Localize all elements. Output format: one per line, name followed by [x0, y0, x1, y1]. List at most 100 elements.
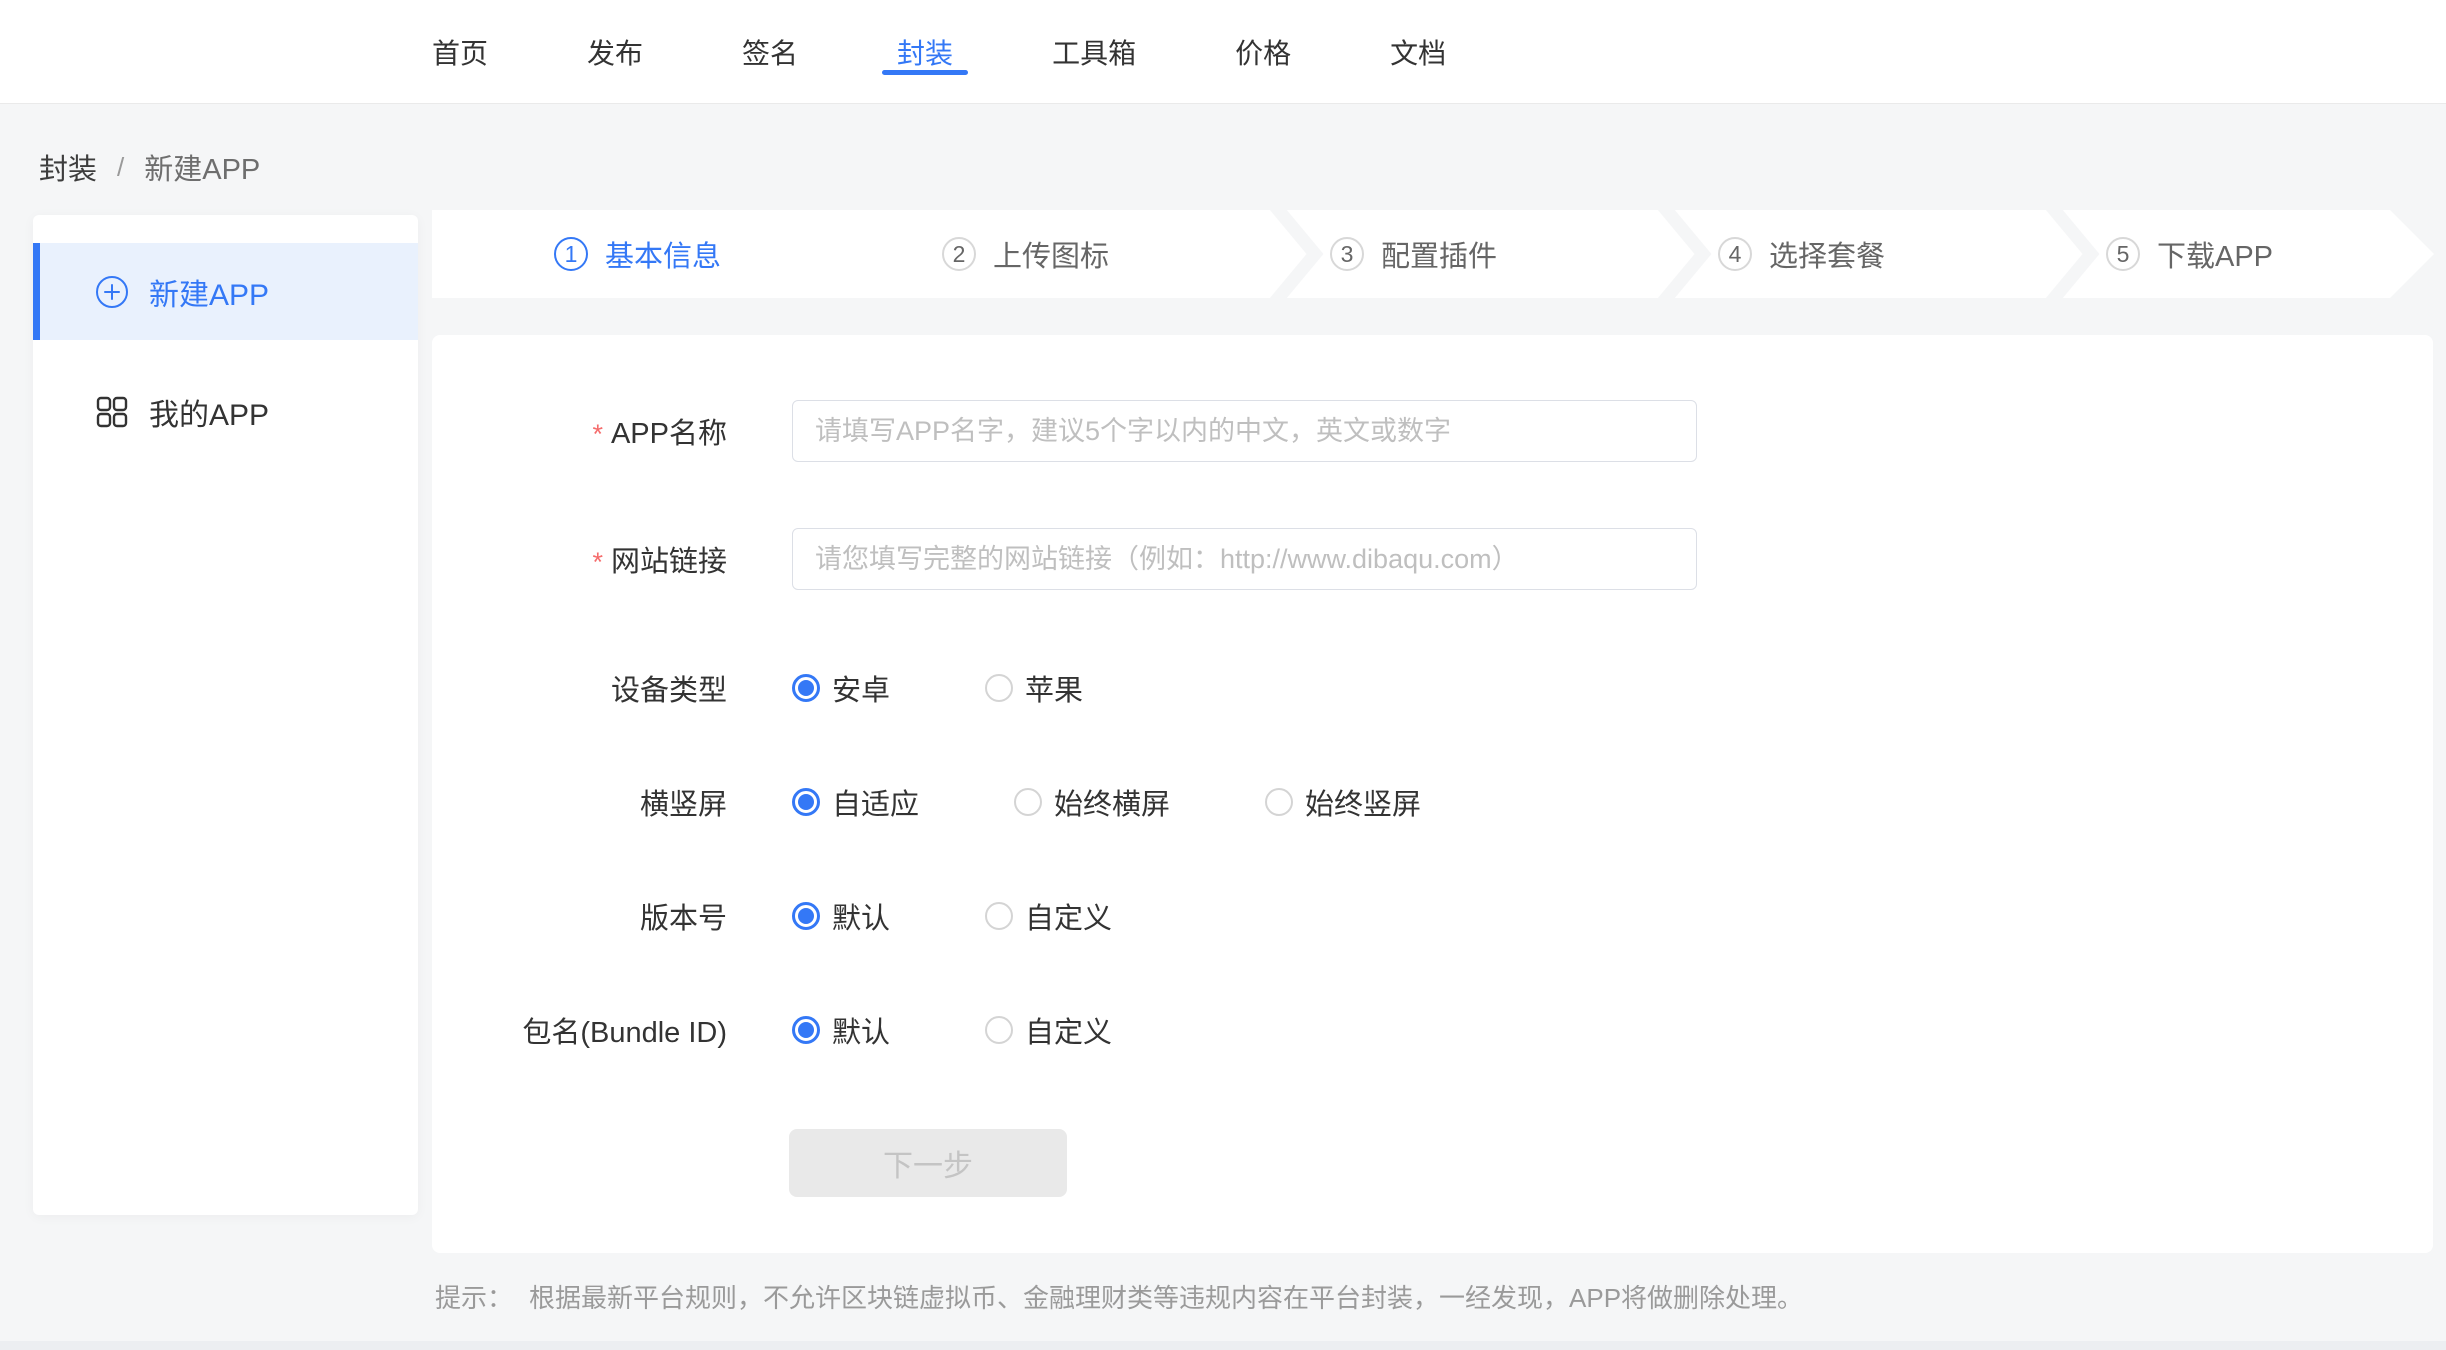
step-basic-info: 1 基本信息: [554, 210, 721, 298]
field-label: 包名(Bundle ID): [432, 998, 727, 1062]
bottom-strip: [0, 1341, 2446, 1350]
radio-label: 自定义: [1025, 1009, 1112, 1051]
radio-bundle-custom[interactable]: 自定义: [985, 1009, 1112, 1051]
radio-label: 默认: [832, 1009, 890, 1051]
radio-label: 自定义: [1025, 895, 1112, 937]
radio-always-landscape[interactable]: 始终横屏: [1014, 781, 1170, 823]
field-label-text: 横竖屏: [640, 781, 727, 823]
sidebar-item-label: 我的APP: [149, 390, 269, 434]
radio-unselected-icon[interactable]: [985, 1016, 1013, 1044]
radio-label: 自适应: [832, 781, 919, 823]
radio-version-default[interactable]: 默认: [792, 895, 890, 937]
radio-android[interactable]: 安卓: [792, 667, 890, 709]
field-label-text: 设备类型: [611, 667, 727, 709]
step-number: 4: [1718, 237, 1752, 271]
field-label: 横竖屏: [432, 770, 727, 834]
radio-selected-icon[interactable]: [792, 1016, 820, 1044]
radio-selected-icon[interactable]: [792, 788, 820, 816]
radio-bundle-default[interactable]: 默认: [792, 1009, 890, 1051]
step-download-app: 5 下载APP: [2106, 210, 2273, 298]
field-label-text: 版本号: [640, 895, 727, 937]
step-label: 基本信息: [605, 233, 721, 275]
sidebar-item-new-app[interactable]: 新建APP: [33, 243, 418, 340]
nav-item-price[interactable]: 价格: [1235, 0, 1291, 103]
bundle-id-radio-group: 默认 自定义: [792, 1009, 1112, 1051]
step-number: 5: [2106, 237, 2140, 271]
sidebar-item-my-apps[interactable]: 我的APP: [33, 363, 418, 460]
form-row-site-url: * 网站链接: [432, 527, 2433, 591]
nav-item-docs[interactable]: 文档: [1390, 0, 1446, 103]
device-type-radio-group: 安卓 苹果: [792, 667, 1083, 709]
top-nav-bar: 首页 发布 签名 封装 工具箱 价格 文档: [0, 0, 2446, 104]
chevron-right-separator-icon: [1261, 210, 1325, 298]
site-url-input[interactable]: [792, 528, 1697, 590]
top-nav: 首页 发布 签名 封装 工具箱 价格 文档: [432, 0, 1446, 103]
nav-item-publish[interactable]: 发布: [587, 0, 643, 103]
required-asterisk: *: [592, 413, 603, 450]
app-packaging-page: 首页 发布 签名 封装 工具箱 价格 文档 封装 / 新建APP 新建APP: [0, 0, 2446, 1350]
nav-item-toolbox[interactable]: 工具箱: [1052, 0, 1136, 103]
basic-info-form-card: * APP名称 * 网站链接 设备类型: [432, 335, 2433, 1253]
form-row-app-name: * APP名称: [432, 399, 2433, 463]
field-label-text: 包名(Bundle ID): [522, 1009, 727, 1051]
field-label: * APP名称: [432, 399, 727, 463]
breadcrumb: 封装 / 新建APP: [39, 146, 260, 188]
field-label: * 网站链接: [432, 527, 727, 591]
hint-text: 根据最新平台规则，不允许区块链虚拟币、金融理财类等违规内容在平台封装，一经发现，…: [529, 1278, 1803, 1315]
field-label-text: APP名称: [611, 410, 727, 452]
step-upload-icon: 2 上传图标: [942, 210, 1109, 298]
step-label: 选择套餐: [1769, 233, 1885, 275]
breadcrumb-separator: /: [117, 152, 124, 183]
step-label: 上传图标: [993, 233, 1109, 275]
grid-icon: [95, 395, 129, 429]
step-number: 3: [1330, 237, 1364, 271]
required-asterisk: *: [592, 541, 603, 578]
breadcrumb-current: 新建APP: [144, 146, 260, 188]
radio-selected-icon[interactable]: [792, 902, 820, 930]
chevron-right-separator-icon: [2037, 210, 2101, 298]
radio-version-custom[interactable]: 自定义: [985, 895, 1112, 937]
radio-unselected-icon[interactable]: [985, 902, 1013, 930]
step-label: 下载APP: [2157, 233, 2273, 275]
version-radio-group: 默认 自定义: [792, 895, 1112, 937]
nav-item-package[interactable]: 封装: [897, 0, 953, 103]
radio-selected-icon[interactable]: [792, 674, 820, 702]
radio-ios[interactable]: 苹果: [985, 667, 1083, 709]
step-label: 配置插件: [1381, 233, 1497, 275]
radio-unselected-icon[interactable]: [1014, 788, 1042, 816]
steps-bar-arrow-tip-icon: [2390, 210, 2434, 298]
step-number: 2: [942, 237, 976, 271]
form-row-bundle-id: 包名(Bundle ID) 默认 自定义: [432, 998, 2433, 1062]
app-name-input[interactable]: [792, 400, 1697, 462]
steps-bar: 1 基本信息 2 上传图标 3 配置插件 4 选择套餐 5 下载APP: [432, 210, 2390, 298]
radio-label: 默认: [832, 895, 890, 937]
hint-label: 提示：: [435, 1278, 513, 1315]
sidebar: 新建APP 我的APP: [33, 215, 418, 1215]
field-label-text: 网站链接: [611, 538, 727, 580]
radio-label: 安卓: [832, 667, 890, 709]
nav-item-signature[interactable]: 签名: [742, 0, 798, 103]
platform-rules-hint: 提示： 根据最新平台规则，不允许区块链虚拟币、金融理财类等违规内容在平台封装，一…: [435, 1278, 1803, 1315]
plus-circle-icon: [95, 275, 129, 309]
radio-label: 始终竖屏: [1305, 781, 1421, 823]
radio-unselected-icon[interactable]: [985, 674, 1013, 702]
breadcrumb-section[interactable]: 封装: [39, 146, 97, 188]
orientation-radio-group: 自适应 始终横屏 始终竖屏: [792, 781, 1421, 823]
chevron-right-separator-icon: [1649, 210, 1713, 298]
radio-always-portrait[interactable]: 始终竖屏: [1265, 781, 1421, 823]
form-row-device-type: 设备类型 安卓 苹果: [432, 656, 2433, 720]
sidebar-item-label: 新建APP: [149, 270, 269, 314]
field-label: 版本号: [432, 884, 727, 948]
radio-auto-adapt[interactable]: 自适应: [792, 781, 919, 823]
nav-item-home[interactable]: 首页: [432, 0, 488, 103]
form-row-version: 版本号 默认 自定义: [432, 884, 2433, 948]
field-label: 设备类型: [432, 656, 727, 720]
radio-unselected-icon[interactable]: [1265, 788, 1293, 816]
step-choose-plan: 4 选择套餐: [1718, 210, 1885, 298]
step-number: 1: [554, 237, 588, 271]
radio-label: 苹果: [1025, 667, 1083, 709]
next-step-button[interactable]: 下一步: [789, 1129, 1067, 1197]
step-configure-plugins: 3 配置插件: [1330, 210, 1497, 298]
radio-label: 始终横屏: [1054, 781, 1170, 823]
form-row-orientation: 横竖屏 自适应 始终横屏 始终竖屏: [432, 770, 2433, 834]
